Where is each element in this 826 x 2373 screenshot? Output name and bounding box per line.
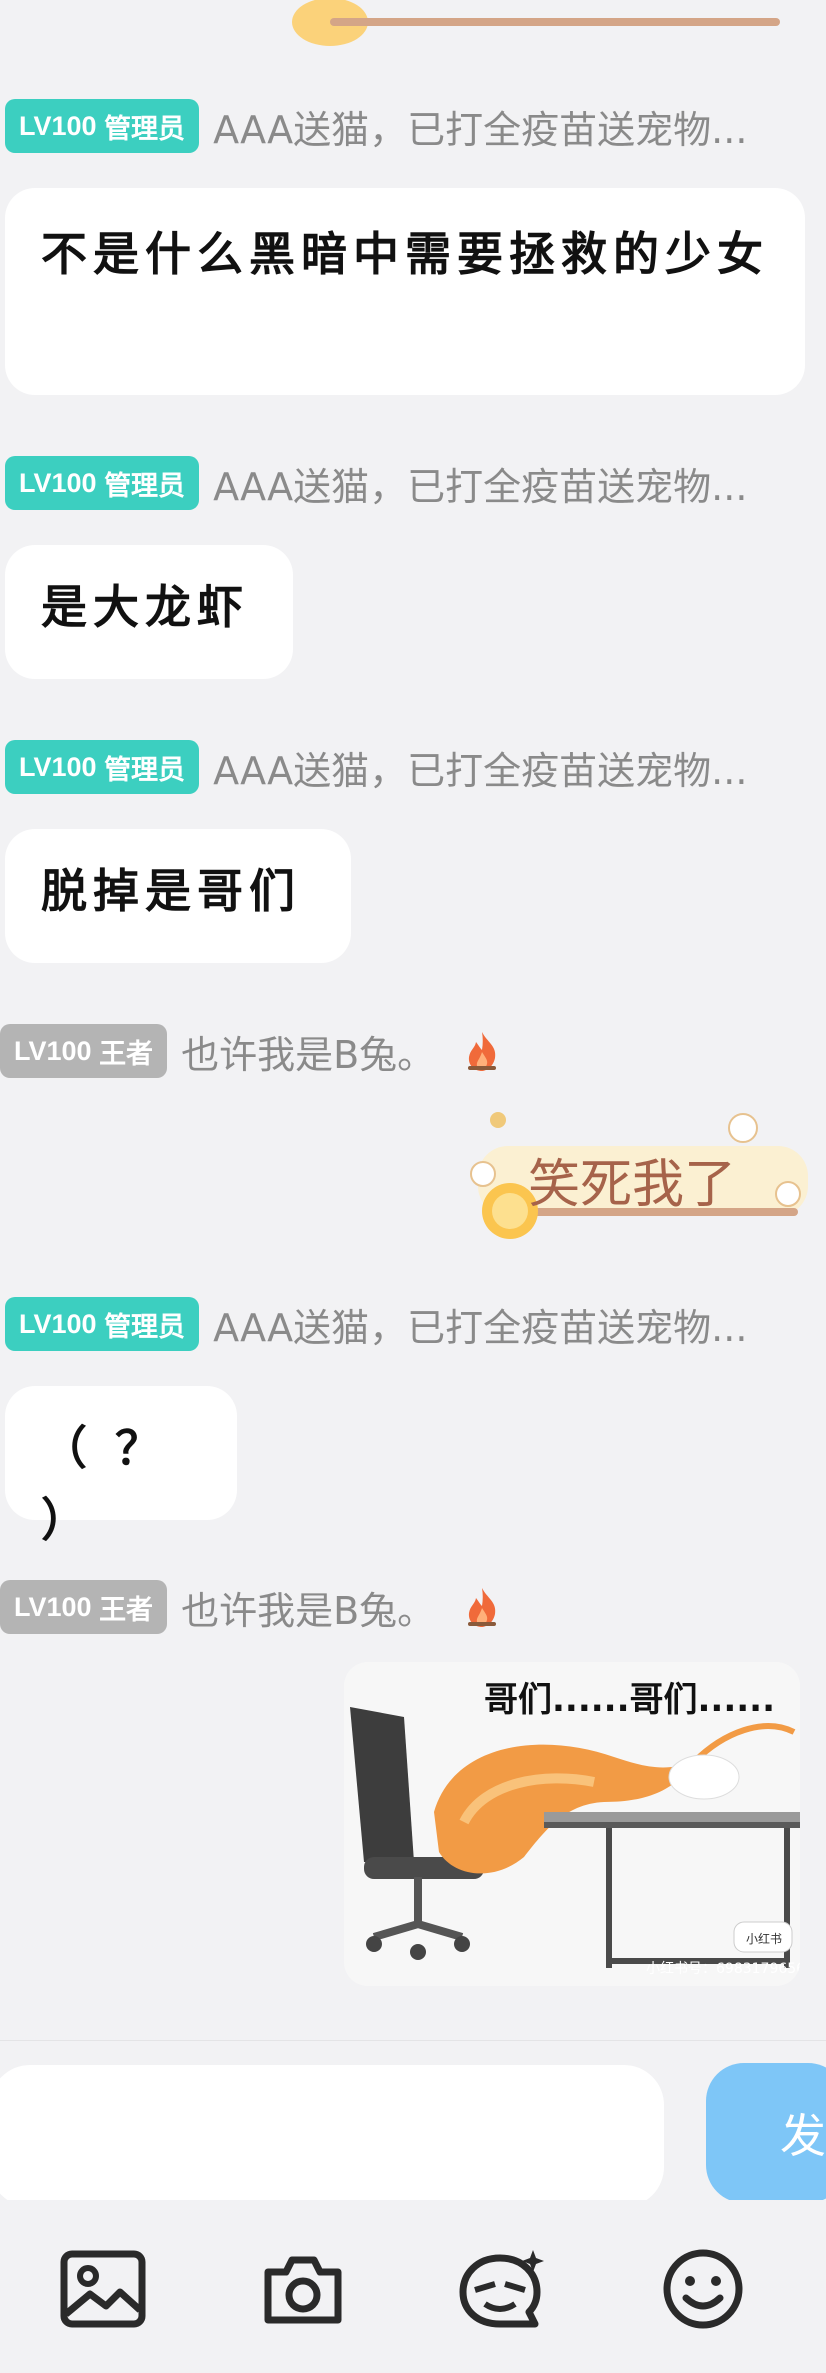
laugh-sticker[interactable]: 笑死我了: [458, 1106, 818, 1246]
image-watermark: 小红书号：6983179656: [646, 1961, 800, 1977]
image-icon[interactable]: [58, 2244, 148, 2334]
shrimp-image[interactable]: 哥们......哥们...... 小红书 小红书号：6983179656: [344, 1662, 800, 1986]
king-badge: LV100 王者: [0, 1024, 168, 1078]
message-bubble[interactable]: 脱掉是哥们: [5, 829, 351, 963]
message-header: LV100 管理员 AAA送猫，已打全疫苗送宠物...: [5, 456, 773, 510]
sticker-face-icon[interactable]: [455, 2244, 545, 2334]
sender-name[interactable]: 也许我是B兔。: [181, 1580, 435, 1635]
admin-badge: LV100 管理员: [5, 456, 200, 510]
send-button[interactable]: 发: [706, 2063, 826, 2203]
message-header: LV100 王者 也许我是B兔。: [0, 1024, 806, 1078]
sender-name[interactable]: AAA送猫，已打全疫苗送宠物...: [213, 456, 773, 511]
image-logo: 小红书: [745, 1932, 782, 1946]
bottom-toolbar: [0, 2200, 826, 2373]
fire-icon: [468, 1032, 497, 1071]
send-label: 发: [780, 2109, 826, 2163]
fire-icon: [468, 1588, 497, 1627]
sender-name[interactable]: 也许我是B兔。: [181, 1024, 435, 1079]
message-bubble[interactable]: 不是什么黑暗中需要拯救的少女: [5, 188, 805, 395]
image-caption: 哥们......哥们......: [484, 1680, 775, 1720]
admin-badge: LV100 管理员: [5, 1297, 200, 1351]
message-header: LV100 管理员 AAA送猫，已打全疫苗送宠物...: [5, 740, 773, 794]
message-header: LV100 王者 也许我是B兔。: [0, 1580, 806, 1634]
sender-name[interactable]: AAA送猫，已打全疫苗送宠物...: [213, 740, 773, 795]
camera-icon[interactable]: [258, 2244, 348, 2334]
sticker-text: 笑死我了: [528, 1155, 737, 1215]
top-sticker-fragment: [292, 0, 780, 46]
emoji-icon[interactable]: [658, 2244, 748, 2334]
message-bubble[interactable]: （ ？ ）: [5, 1386, 237, 1547]
composer-bar: 发: [0, 2040, 826, 2207]
message-input[interactable]: [0, 2065, 664, 2207]
sender-name[interactable]: AAA送猫，已打全疫苗送宠物...: [213, 99, 773, 154]
message-bubble[interactable]: 是大龙虾: [5, 545, 293, 679]
message-header: LV100 管理员 AAA送猫，已打全疫苗送宠物...: [5, 99, 773, 153]
admin-badge: LV100 管理员: [5, 99, 200, 153]
message-header: LV100 管理员 AAA送猫，已打全疫苗送宠物...: [5, 1297, 773, 1351]
king-badge: LV100 王者: [0, 1580, 168, 1634]
sender-name[interactable]: AAA送猫，已打全疫苗送宠物...: [213, 1297, 773, 1352]
admin-badge: LV100 管理员: [5, 740, 200, 794]
